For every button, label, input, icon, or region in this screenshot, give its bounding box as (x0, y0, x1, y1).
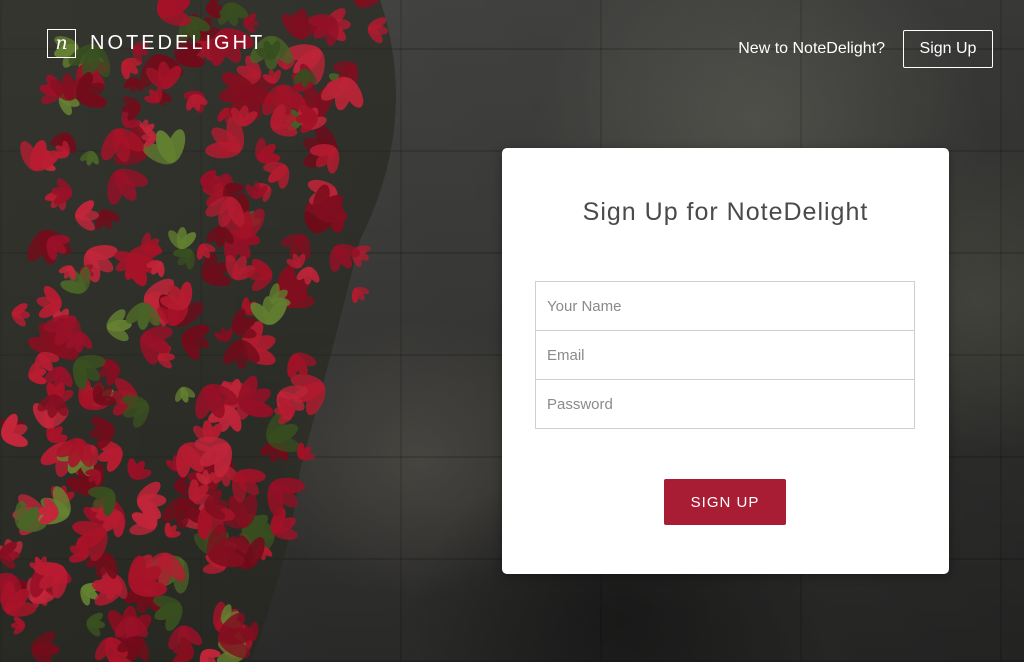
new-user-text: New to NoteDelight? (738, 40, 885, 57)
header-signup-button[interactable]: Sign Up (903, 30, 993, 68)
logo-mark-icon: n (47, 29, 76, 58)
email-input[interactable] (536, 331, 914, 380)
signup-submit-button[interactable]: SIGN UP (664, 479, 786, 525)
brand-name: NOTEDELIGHT (90, 32, 266, 54)
name-input[interactable] (536, 282, 914, 331)
header-signup-area: New to NoteDelight? Sign Up (738, 30, 993, 68)
signup-title: Sign Up for NoteDelight (582, 198, 869, 226)
signup-card: Sign Up for NoteDelight SIGN UP (502, 148, 949, 574)
brand-logo[interactable]: n NOTEDELIGHT (47, 29, 265, 58)
signup-fields (535, 281, 915, 429)
password-input[interactable] (536, 380, 914, 428)
